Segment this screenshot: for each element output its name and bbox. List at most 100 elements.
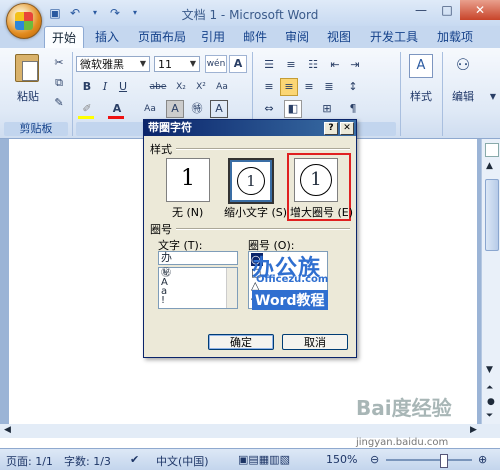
decrease-indent-icon[interactable]: ⇤ [326, 56, 344, 74]
styles-label[interactable]: 样式 [404, 88, 438, 104]
grow-font-icon[interactable]: Aa [140, 100, 160, 118]
close-button[interactable]: ✕ [460, 0, 500, 20]
paste-label[interactable]: 粘贴 [10, 88, 46, 104]
italic-button[interactable]: I [96, 78, 114, 96]
scroll-right-icon[interactable]: ▶ [470, 425, 477, 435]
group-divider [176, 228, 350, 230]
horizontal-scrollbar[interactable]: ◀ ▶ [0, 424, 500, 438]
change-case-icon[interactable]: Aa [212, 78, 232, 96]
ok-button[interactable]: 确定 [208, 334, 274, 350]
underline-button[interactable]: U [114, 78, 132, 96]
scroll-up-icon[interactable]: ▲ [486, 161, 493, 171]
tab-review[interactable]: 审阅 [280, 26, 314, 48]
word-count[interactable]: 字数: 1/3 [64, 453, 111, 469]
prev-page-icon[interactable]: ⏶ [486, 383, 493, 393]
style-none-label[interactable]: 无 (N) [172, 204, 203, 220]
list-item[interactable]: ㊙ [161, 269, 235, 279]
editing-button[interactable]: ⚇ [448, 54, 478, 84]
borders-icon[interactable]: ⊞ [318, 100, 336, 118]
help-button[interactable]: ? [324, 122, 338, 135]
tab-references[interactable]: 引用 [196, 26, 230, 48]
clear-format-icon[interactable]: A [229, 55, 247, 73]
tab-mailings[interactable]: 邮件 [238, 26, 272, 48]
align-right-icon[interactable]: ≡ [300, 78, 318, 96]
bold-button[interactable]: B [78, 78, 96, 96]
cancel-button[interactable]: 取消 [282, 334, 348, 350]
tab-addins[interactable]: 加载项 [430, 26, 480, 48]
char-border-icon[interactable]: A [210, 100, 228, 118]
text-listbox[interactable]: ㊙ A a ! [158, 267, 238, 309]
style-shrink-preview[interactable]: 1 [228, 158, 274, 204]
zoom-slider[interactable] [386, 459, 472, 461]
proofing-icon[interactable]: ✔ [130, 453, 139, 466]
list-item[interactable]: a [161, 287, 235, 297]
scroll-down-icon[interactable]: ▼ [486, 365, 493, 375]
view-buttons[interactable]: ▣▤▦▥▧ [238, 453, 290, 466]
dialog-close-button[interactable]: ✕ [340, 122, 354, 135]
clipboard-icon [15, 54, 39, 82]
phonetic-guide-icon[interactable]: wén [205, 55, 227, 73]
style-shrink-label[interactable]: 缩小文字 (S) [224, 204, 287, 220]
char-shading-icon[interactable]: A [166, 100, 184, 118]
baidu-jingyan-watermark: Bai度经验 [356, 396, 452, 420]
zoom-slider-thumb[interactable] [440, 454, 448, 468]
text-input[interactable]: 办 [158, 251, 238, 265]
maximize-button[interactable]: □ [434, 0, 460, 20]
superscript-button[interactable]: X² [192, 78, 210, 96]
justify-icon[interactable]: ≣ [320, 78, 338, 96]
next-page-icon[interactable]: ⏷ [486, 411, 493, 421]
language[interactable]: 中文(中国) [156, 453, 209, 469]
line-spacing-icon[interactable]: ↕ [344, 78, 362, 96]
chevron-down-icon[interactable]: ▼ [137, 57, 149, 71]
vertical-scrollbar[interactable]: ▲ ▼ ⏶ ● ⏷ [481, 139, 500, 424]
subscript-button[interactable]: X₂ [172, 78, 190, 96]
tab-home[interactable]: 开始 [44, 26, 84, 49]
list-item[interactable]: ! [161, 296, 235, 306]
tab-developer[interactable]: 开发工具 [364, 26, 424, 48]
font-size-combo[interactable]: 11 ▼ [154, 56, 200, 72]
tab-page-layout[interactable]: 页面布局 [132, 26, 192, 48]
baidu-url-watermark: jingyan.baidu.com [356, 437, 449, 448]
enclose-characters-icon[interactable]: ㊕ [188, 100, 206, 118]
ruler-toggle-icon[interactable] [485, 143, 499, 157]
align-center-icon[interactable]: ≡ [280, 78, 298, 96]
distributed-icon[interactable]: ⇔ [260, 100, 278, 118]
align-left-icon[interactable]: ≡ [260, 78, 278, 96]
paste-button[interactable] [12, 54, 42, 84]
select-browse-icon[interactable]: ● [487, 397, 495, 407]
status-bar: 页面: 1/1 字数: 1/3 ✔ 中文(中国) ▣▤▦▥▧ 150% ⊖ ⊕ [0, 448, 500, 470]
format-painter-icon[interactable]: ✎ [50, 94, 68, 112]
style-group-label: 样式 [150, 143, 172, 156]
style-enlarge-label[interactable]: 增大圈号 (E) [290, 204, 353, 220]
zoom-level[interactable]: 150% [326, 453, 357, 466]
listbox-scrollbar[interactable] [226, 268, 237, 308]
chevron-down-icon[interactable]: ▼ [484, 88, 500, 106]
editing-label[interactable]: 编辑 [446, 88, 480, 104]
styles-button[interactable]: A [406, 54, 436, 84]
scroll-thumb[interactable] [485, 179, 499, 251]
style-none-preview[interactable]: 1 [166, 158, 210, 202]
zoom-in-icon[interactable]: ⊕ [478, 453, 487, 466]
scroll-left-icon[interactable]: ◀ [4, 425, 11, 435]
chevron-down-icon[interactable]: ▼ [187, 57, 199, 71]
font-name-combo[interactable]: 微软雅黑 ▼ [76, 56, 150, 72]
shading-icon[interactable]: ◧ [284, 100, 302, 118]
bullets-icon[interactable]: ☰ [260, 56, 278, 74]
copy-icon[interactable]: ⧉ [50, 74, 68, 92]
increase-indent-icon[interactable]: ⇥ [346, 56, 364, 74]
tab-view[interactable]: 视图 [322, 26, 356, 48]
tab-insert[interactable]: 插入 [88, 26, 126, 48]
office-logo-icon [15, 12, 33, 30]
clipboard-group-label: 剪贴板 [4, 122, 68, 136]
zoom-out-icon[interactable]: ⊖ [370, 453, 379, 466]
multilevel-list-icon[interactable]: ☷ [304, 56, 322, 74]
cut-icon[interactable]: ✂ [50, 54, 68, 72]
style-enlarge-preview[interactable]: 1 [294, 158, 338, 202]
minimize-button[interactable]: — [408, 0, 434, 20]
strikethrough-button[interactable]: abe [146, 78, 170, 96]
page-count[interactable]: 页面: 1/1 [6, 453, 53, 469]
list-item[interactable]: A [161, 278, 235, 288]
numbering-icon[interactable]: ≡ [282, 56, 300, 74]
office-button[interactable] [6, 3, 42, 39]
show-marks-icon[interactable]: ¶ [344, 100, 362, 118]
